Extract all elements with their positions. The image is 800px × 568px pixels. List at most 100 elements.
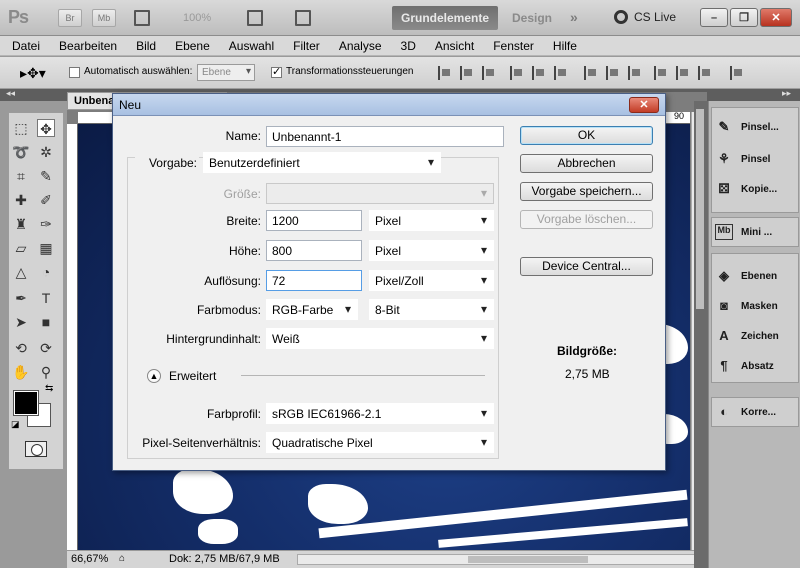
width-unit-dropdown[interactable]: Pixel — [369, 210, 494, 231]
rectangle-tool-icon[interactable]: ■ — [37, 313, 55, 331]
workspace-design-button[interactable]: Design — [512, 11, 552, 25]
distribute-left-icon[interactable] — [654, 66, 668, 80]
panel-mini-bridge[interactable]: Mb Mini ... — [715, 220, 797, 244]
panel-layers[interactable]: ◈ Ebenen — [715, 264, 797, 288]
auto-align-icon[interactable] — [730, 66, 744, 80]
distribute-top-icon[interactable] — [584, 66, 598, 80]
width-field[interactable]: 1200 — [266, 210, 362, 231]
menu-filter[interactable]: Filter — [281, 39, 327, 53]
background-contents-dropdown[interactable]: Weiß — [266, 328, 494, 349]
dodge-tool-icon[interactable]: ◔ — [37, 263, 55, 281]
align-vertical-center-icon[interactable] — [460, 66, 474, 80]
panel-brush-presets[interactable]: ✎ Pinsel... — [715, 115, 797, 139]
close-window-button[interactable]: ✕ — [760, 8, 792, 27]
screen-mode-icon[interactable] — [295, 10, 311, 26]
height-unit-dropdown[interactable]: Pixel — [369, 240, 494, 261]
launch-mini-bridge-button[interactable]: Mb — [92, 9, 116, 27]
view-extras-icon[interactable] — [134, 10, 150, 26]
auto-select-checkbox[interactable] — [69, 67, 80, 78]
align-left-icon[interactable] — [510, 66, 524, 80]
align-horizontal-center-icon[interactable] — [532, 66, 546, 80]
delete-preset-button[interactable]: Vorgabe löschen... — [520, 210, 653, 229]
hand-tool-icon[interactable]: ✋ — [12, 363, 30, 381]
status-menu-icon[interactable]: ⌂ — [119, 553, 125, 564]
clone-stamp-tool-icon[interactable]: ♜ — [12, 215, 30, 233]
3d-rotate-tool-icon[interactable]: ⟲ — [12, 339, 30, 357]
crop-tool-icon[interactable]: ⌗ — [12, 167, 30, 185]
default-colors-icon[interactable]: ◪ — [11, 419, 20, 430]
lasso-tool-icon[interactable]: ➰ — [12, 143, 30, 161]
vertical-ruler[interactable] — [67, 124, 78, 554]
panel-clone-source[interactable]: ⚄ Kopie... — [715, 177, 797, 201]
panel-adjustments[interactable]: ◐ Korre... — [715, 400, 797, 424]
blur-tool-icon[interactable]: △ — [12, 263, 30, 281]
panel-masks[interactable]: ◙ Masken — [715, 294, 797, 318]
save-preset-button[interactable]: Vorgabe speichern... — [520, 182, 653, 201]
zoom-status[interactable]: 66,67% — [71, 553, 108, 565]
menu-bild[interactable]: Bild — [124, 39, 163, 53]
foreground-color-swatch[interactable] — [13, 390, 39, 416]
menu-datei[interactable]: Datei — [0, 39, 47, 53]
magic-wand-tool-icon[interactable]: ✲ — [37, 143, 55, 161]
brush-tool-icon[interactable]: ✐ — [37, 191, 55, 209]
scroll-strip-thumb[interactable] — [696, 109, 704, 309]
panel-character[interactable]: A Zeichen — [715, 324, 797, 348]
workspace-more-icon[interactable]: » — [570, 9, 578, 25]
menu-auswahl[interactable]: Auswahl — [217, 39, 281, 53]
expand-panels-icon[interactable]: ▸▸ — [782, 88, 791, 99]
3d-orbit-tool-icon[interactable]: ⟳ — [37, 339, 55, 357]
resolution-field[interactable]: 72 — [266, 270, 362, 291]
panel-paragraph[interactable]: ¶ Absatz — [715, 354, 797, 378]
eraser-tool-icon[interactable]: ▱ — [12, 239, 30, 257]
resolution-unit-dropdown[interactable]: Pixel/Zoll — [369, 270, 494, 291]
ok-button[interactable]: OK — [520, 126, 653, 145]
horizontal-scroll-thumb[interactable] — [468, 556, 588, 563]
distribute-right-icon[interactable] — [698, 66, 712, 80]
device-central-button[interactable]: Device Central... — [520, 257, 653, 276]
menu-analyse[interactable]: Analyse — [327, 39, 389, 53]
history-brush-tool-icon[interactable]: ✑ — [37, 215, 55, 233]
color-profile-dropdown[interactable]: sRGB IEC61966-2.1 — [266, 403, 494, 424]
advanced-label[interactable]: Erweitert — [169, 369, 216, 383]
distribute-center-icon[interactable] — [606, 66, 620, 80]
menu-ebene[interactable]: Ebene — [163, 39, 217, 53]
auto-select-dropdown[interactable]: Ebene — [197, 64, 255, 81]
zoom-tool-icon[interactable]: ⚲ — [37, 363, 55, 381]
dialog-title-bar[interactable]: Neu ✕ — [113, 94, 665, 116]
menu-fenster[interactable]: Fenster — [481, 39, 541, 53]
healing-brush-tool-icon[interactable]: ✚ — [12, 191, 30, 209]
move-tool-preset-icon[interactable]: ▸✥▾ — [20, 65, 46, 82]
bit-depth-dropdown[interactable]: 8-Bit — [369, 299, 494, 320]
type-tool-icon[interactable]: T — [37, 289, 55, 307]
cs-live-button[interactable]: CS Live — [614, 10, 676, 24]
size-dropdown[interactable] — [266, 183, 494, 204]
workspace-essentials-button[interactable]: Grundelemente — [392, 6, 498, 30]
menu-bearbeiten[interactable]: Bearbeiten — [47, 39, 124, 53]
collapse-tools-icon[interactable]: ◂◂ — [6, 88, 15, 99]
gradient-tool-icon[interactable]: ▦ — [37, 239, 55, 257]
advanced-expand-icon[interactable]: ▲ — [147, 369, 161, 383]
dialog-close-button[interactable]: ✕ — [629, 97, 659, 113]
restore-button[interactable]: ❐ — [730, 8, 758, 27]
align-top-icon[interactable] — [438, 66, 452, 80]
menu-hilfe[interactable]: Hilfe — [541, 39, 584, 53]
zoom-level-display[interactable]: 100% — [183, 12, 211, 24]
marquee-tool-icon[interactable]: ⬚ — [12, 119, 30, 137]
height-field[interactable]: 800 — [266, 240, 362, 261]
align-bottom-icon[interactable] — [482, 66, 496, 80]
preset-dropdown[interactable]: Benutzerdefiniert — [203, 152, 441, 173]
pixel-aspect-ratio-dropdown[interactable]: Quadratische Pixel — [266, 432, 494, 453]
quick-mask-icon[interactable] — [25, 441, 47, 457]
distribute-bottom-icon[interactable] — [628, 66, 642, 80]
pen-tool-icon[interactable]: ✒ — [12, 289, 30, 307]
arrange-documents-icon[interactable] — [247, 10, 263, 26]
color-mode-dropdown[interactable]: RGB-Farbe — [266, 299, 358, 320]
distribute-horizontal-icon[interactable] — [676, 66, 690, 80]
eyedropper-tool-icon[interactable]: ✎ — [37, 167, 55, 185]
menu-ansicht[interactable]: Ansicht — [423, 39, 481, 53]
menu-3d[interactable]: 3D — [389, 39, 423, 53]
name-field[interactable]: Unbenannt-1 — [266, 126, 504, 147]
path-selection-tool-icon[interactable]: ➤ — [12, 313, 30, 331]
launch-bridge-button[interactable]: Br — [58, 9, 82, 27]
panel-brush[interactable]: ⚘ Pinsel — [715, 147, 797, 171]
